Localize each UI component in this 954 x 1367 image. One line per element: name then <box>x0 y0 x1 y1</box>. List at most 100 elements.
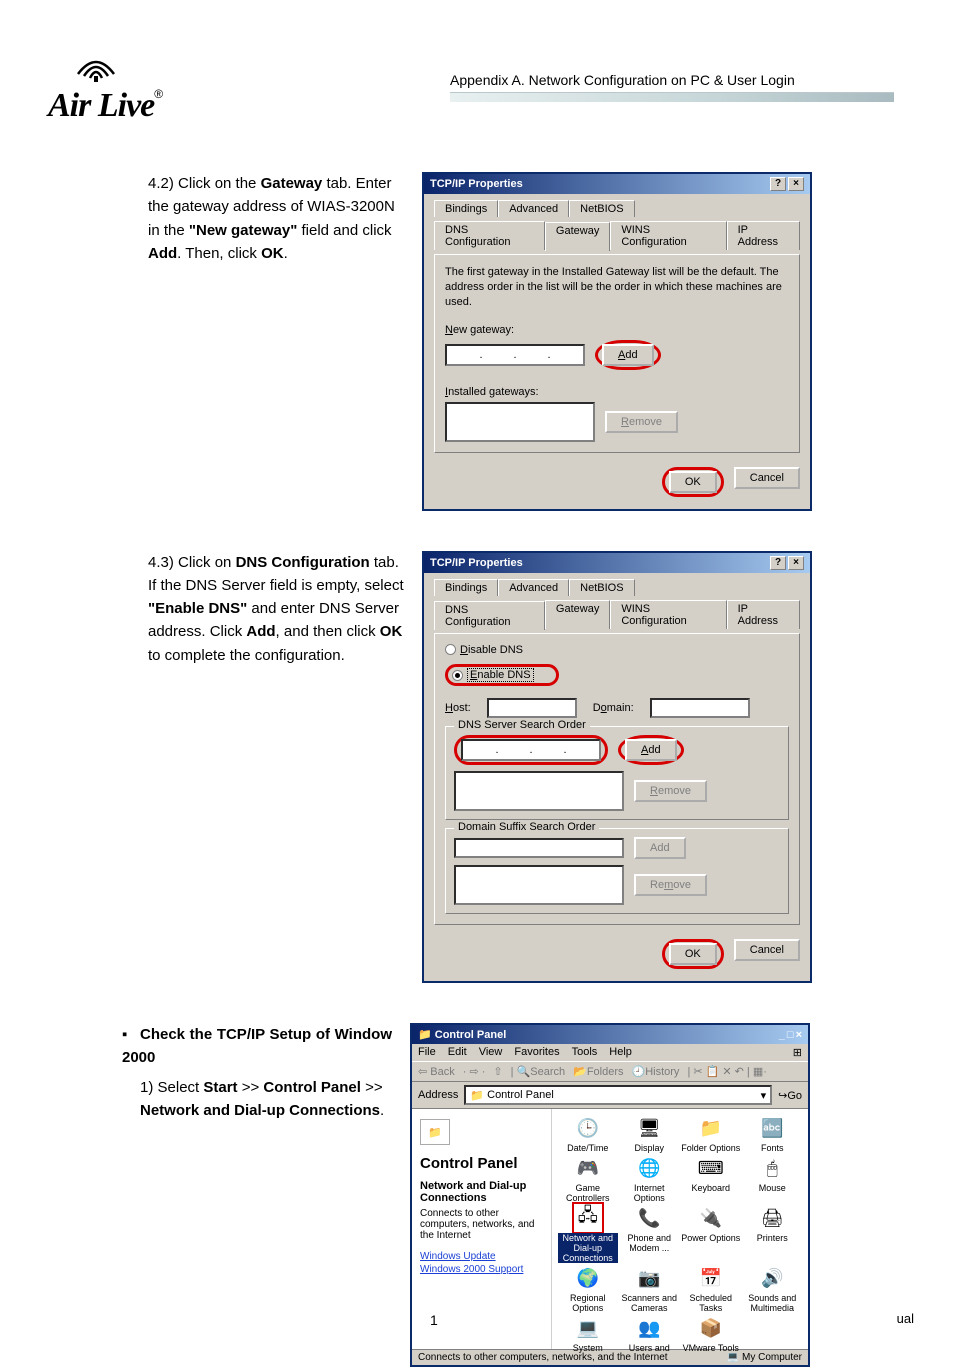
cp-icon[interactable]: 📦VMware Tools <box>681 1315 741 1353</box>
wifi-icon <box>76 54 116 82</box>
back-button[interactable]: ⇦ Back <box>418 1065 455 1078</box>
tab-bindings[interactable]: Bindings <box>434 579 498 596</box>
add-button[interactable]: Add <box>602 344 654 366</box>
address-input[interactable]: 📁 Control Panel▾ <box>464 1085 772 1105</box>
cp-icon[interactable]: 🌐Internet Options <box>620 1155 680 1203</box>
tab-dns-configuration[interactable]: DNS Configuration <box>434 601 545 630</box>
close-icon[interactable]: × <box>788 556 804 570</box>
logo-reg: ® <box>154 87 163 101</box>
cp-icon[interactable]: 🌍Regional Options <box>558 1265 618 1313</box>
go-button[interactable]: ↪Go <box>778 1089 802 1102</box>
ok-button[interactable]: OK <box>669 471 717 493</box>
installed-gateways-label: Installed gateways: <box>445 386 789 398</box>
cp-icon-glyph: 🌍 <box>575 1265 601 1291</box>
cp-icon-glyph: 🖨 <box>759 1205 785 1231</box>
cp-icon[interactable]: 🖧Network and Dial-up Connections <box>558 1205 618 1263</box>
cp-icon[interactable]: 🕒Date/Time <box>558 1115 618 1153</box>
cp-icon[interactable]: 💻System <box>558 1315 618 1353</box>
control-panel-icon: 📁 <box>420 1119 450 1145</box>
cp-icon-glyph: 🔤 <box>759 1115 785 1141</box>
cp-icon[interactable]: 🖨Printers <box>743 1205 803 1263</box>
host-input[interactable] <box>487 698 577 718</box>
cp-icon[interactable]: 👥Users and <box>620 1315 680 1353</box>
menu-view[interactable]: View <box>479 1046 503 1059</box>
up-icon[interactable]: ⇧ <box>493 1065 502 1078</box>
cp-icon[interactable]: 🔊Sounds and Multimedia <box>743 1265 803 1313</box>
cp-icon[interactable]: ⌨Keyboard <box>681 1155 741 1203</box>
cp-icon-label: Display <box>634 1143 664 1153</box>
cancel-button[interactable]: Cancel <box>734 939 800 961</box>
cp-icon[interactable]: 📞Phone and Modem ... <box>620 1205 680 1263</box>
side-selected-desc: Connects to other computers, networks, a… <box>420 1208 543 1241</box>
page-number: 1 <box>430 1312 438 1328</box>
link-win2000-support[interactable]: Windows 2000 Support <box>420 1264 543 1275</box>
cp-icon[interactable]: 🔤Fonts <box>743 1115 803 1153</box>
address-label: Address <box>418 1089 458 1101</box>
tab-wins-configuration[interactable]: WINS Configuration <box>610 600 726 629</box>
cp-icon[interactable]: 📷Scanners and Cameras <box>620 1265 680 1313</box>
status-text: Connects to other computers, networks, a… <box>418 1352 668 1363</box>
cp-icon[interactable]: 🎮Game Controllers <box>558 1155 618 1203</box>
help-icon[interactable]: ? <box>770 177 786 191</box>
close-icon[interactable]: × <box>796 1029 802 1041</box>
menu-favorites[interactable]: Favorites <box>514 1046 559 1059</box>
history-button[interactable]: 🕘History <box>632 1065 680 1078</box>
menu-help[interactable]: Help <box>609 1046 632 1059</box>
window-title: Control Panel <box>435 1029 507 1041</box>
cp-icon-label: Regional Options <box>558 1293 618 1313</box>
step-number: 4.3) <box>148 551 174 574</box>
link-windows-update[interactable]: Windows Update <box>420 1251 543 1262</box>
dialog-help-text: The first gateway in the Installed Gatew… <box>445 265 789 310</box>
maximize-icon[interactable]: □ <box>787 1029 794 1041</box>
installed-gateways-list[interactable] <box>445 402 595 442</box>
domain-input[interactable] <box>650 698 750 718</box>
icon-grid: 🕒Date/Time🖥Display📁Folder Options🔤Fonts 🎮… <box>552 1109 808 1349</box>
dns-server-input[interactable]: ... <box>461 739 601 761</box>
cp-icon[interactable]: 🔌Power Options <box>681 1205 741 1263</box>
tab-netbios[interactable]: NetBIOS <box>569 200 634 217</box>
new-gateway-input[interactable]: ... <box>445 344 585 366</box>
new-gateway-label: New gateway: <box>445 324 789 336</box>
cp-icon[interactable]: 📁Folder Options <box>681 1115 741 1153</box>
cancel-button[interactable]: Cancel <box>734 467 800 489</box>
tab-ip-address[interactable]: IP Address <box>727 600 800 629</box>
folders-button[interactable]: 📂Folders <box>573 1065 623 1078</box>
cp-icon-glyph: 🕒 <box>575 1115 601 1141</box>
cp-icon-glyph: 📅 <box>698 1265 724 1291</box>
minimize-icon[interactable]: _ <box>779 1029 785 1041</box>
menu-file[interactable]: File <box>418 1046 436 1059</box>
suffix-input[interactable] <box>454 838 624 858</box>
ok-button[interactable]: OK <box>669 943 717 965</box>
tab-netbios[interactable]: NetBIOS <box>569 579 634 596</box>
enable-dns-radio[interactable]: Enable DNS <box>452 668 534 682</box>
host-label: Host: <box>445 702 471 714</box>
tab-gateway[interactable]: Gateway <box>545 600 610 629</box>
search-button[interactable]: Search <box>530 1066 565 1078</box>
page-footer-suffix: ual <box>897 1311 914 1326</box>
tab-dns-configuration[interactable]: DNS Configuration <box>434 221 545 250</box>
cp-icon[interactable]: 🖥Display <box>620 1115 680 1153</box>
disable-dns-radio[interactable]: Disable DNS <box>445 644 523 656</box>
close-icon[interactable]: × <box>788 177 804 191</box>
cp-icon[interactable]: 📅Scheduled Tasks <box>681 1265 741 1313</box>
step-4-2-text: 4.2) Click on the Gateway tab. Enter the… <box>122 172 422 265</box>
add-button[interactable]: Add <box>625 739 677 761</box>
menu-tools[interactable]: Tools <box>572 1046 598 1059</box>
menu-edit[interactable]: Edit <box>448 1046 467 1059</box>
menubar: File Edit View Favorites Tools Help ⊞ <box>412 1044 808 1061</box>
tab-bindings[interactable]: Bindings <box>434 200 498 217</box>
cp-icon[interactable]: 🖱Mouse <box>743 1155 803 1203</box>
cp-icon-label: Folder Options <box>681 1143 740 1153</box>
folder-icon: 📁 <box>470 1089 484 1102</box>
tab-wins-configuration[interactable]: WINS Configuration <box>610 221 726 250</box>
dialog-title: TCP/IP Properties <box>430 557 523 569</box>
tab-gateway[interactable]: Gateway <box>545 222 610 251</box>
side-heading: Control Panel <box>420 1155 543 1172</box>
tab-advanced[interactable]: Advanced <box>498 579 569 596</box>
dns-server-list[interactable] <box>454 771 624 811</box>
help-icon[interactable]: ? <box>770 556 786 570</box>
suffix-list[interactable] <box>454 865 624 905</box>
tab-ip-address[interactable]: IP Address <box>727 221 800 250</box>
tab-advanced[interactable]: Advanced <box>498 200 569 217</box>
cp-icon-label: Network and Dial-up Connections <box>558 1233 618 1263</box>
